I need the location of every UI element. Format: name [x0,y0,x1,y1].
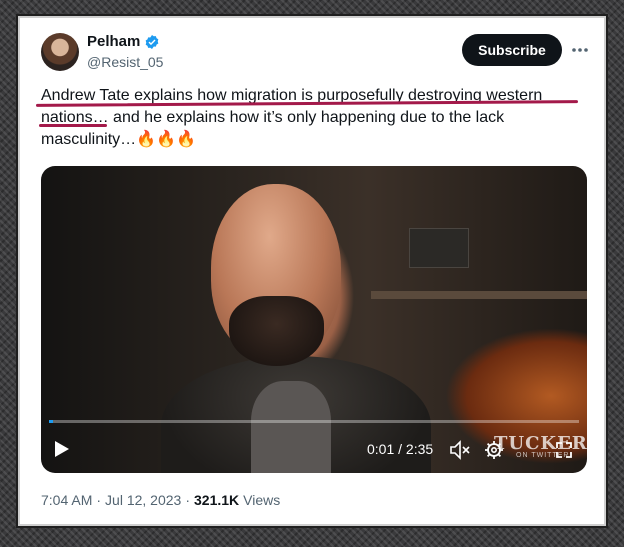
video-progress-bar[interactable] [49,420,579,423]
author-name-row[interactable]: Pelham [87,33,160,50]
annotation-underline-2 [39,124,107,127]
meta-dot-2: · [185,492,191,508]
person-shirt [251,381,331,473]
tweet-card: Pelham @Resist_05 Subscribe Andrew Tate … [18,16,606,526]
meta-dot: · [96,492,102,508]
more-horizontal-icon[interactable] [570,36,590,64]
views-label: Views [243,492,281,508]
avatar[interactable] [41,33,79,71]
views-count: 321.1K [194,492,240,508]
background-sign [409,228,469,268]
current-time: 0:01 [367,441,395,457]
mute-icon[interactable] [449,439,471,461]
background-shelf [371,291,587,299]
fullscreen-icon[interactable] [553,439,575,461]
video-time: 0:01 / 2:35 [367,441,433,457]
play-icon[interactable] [51,438,73,460]
video-player[interactable]: 0:01 / 2:35 TUCKER ON TWITTER [41,166,587,473]
duration: 2:35 [405,441,434,457]
person-beard [229,296,324,366]
time-separator: / [394,441,406,457]
verified-badge-icon [146,34,159,49]
subscribe-button[interactable]: Subscribe [462,34,562,66]
video-progress-fill [49,420,53,423]
tweet-text: Andrew Tate explains how migration is pu… [41,85,591,151]
author-handle[interactable]: @Resist_05 [87,54,163,70]
tweet-date[interactable]: Jul 12, 2023 [105,492,181,508]
tweet-text-part3: and he explains how it’s only happening … [41,109,505,148]
tweet-meta: 7:04 AM · Jul 12, 2023 · 321.1K Views [41,492,280,508]
display-name[interactable]: Pelham [87,33,140,50]
tweet-time[interactable]: 7:04 AM [41,492,92,508]
